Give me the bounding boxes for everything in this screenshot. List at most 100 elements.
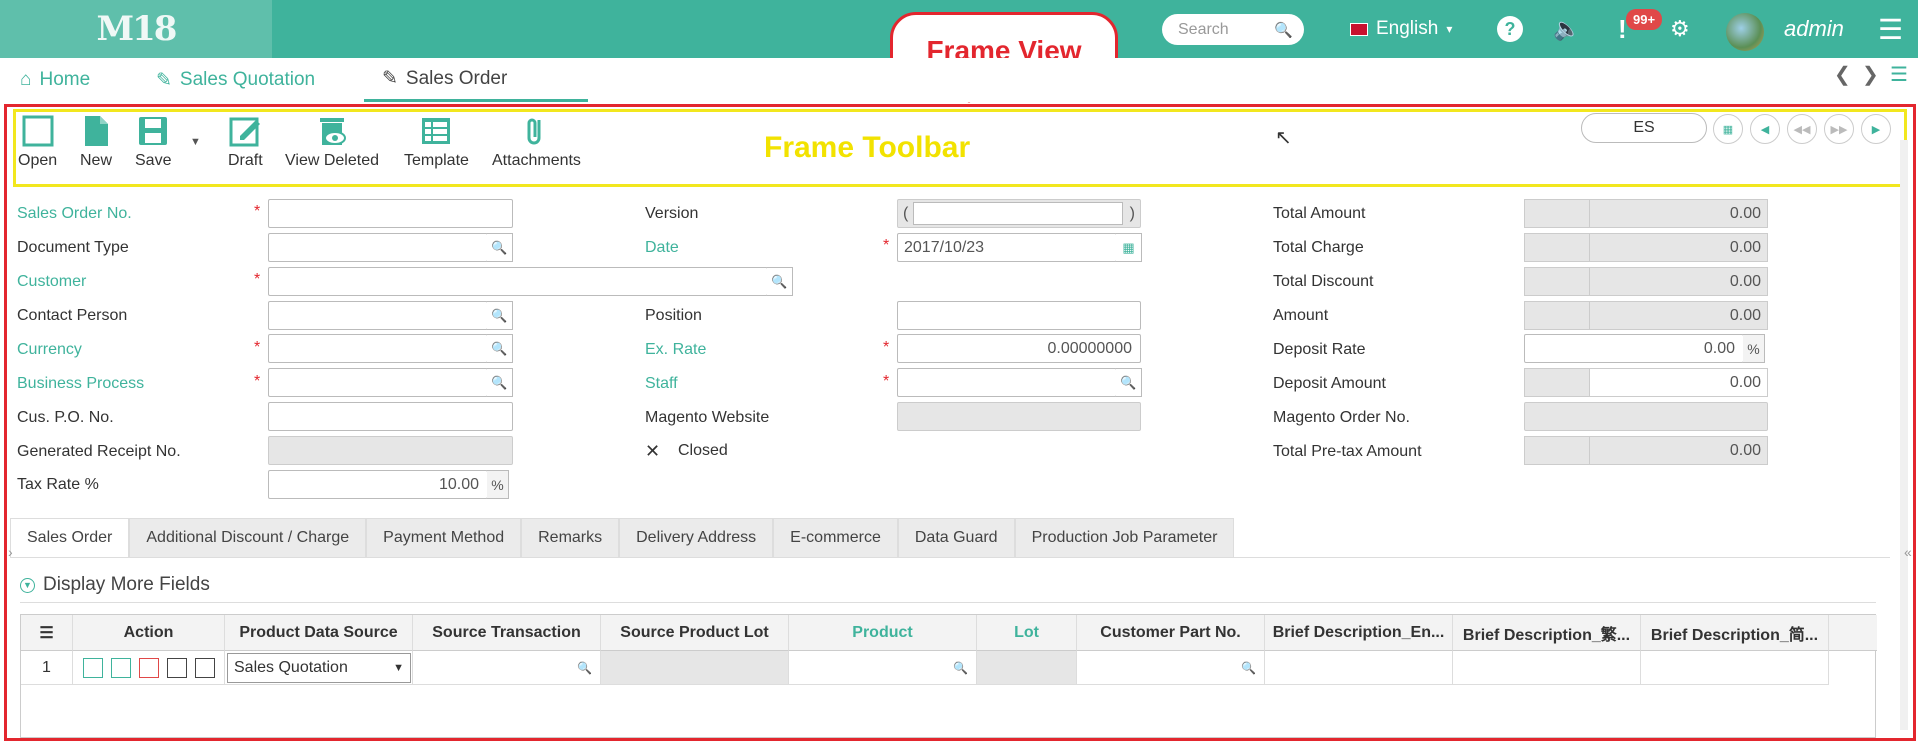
draft-button[interactable]: Draft <box>228 114 263 170</box>
required-marker: * <box>254 271 261 288</box>
version-input[interactable] <box>913 202 1123 225</box>
template-button[interactable]: Template <box>404 114 469 170</box>
last-record-icon[interactable]: ▶ <box>1861 114 1891 144</box>
copy-row-icon[interactable] <box>167 657 187 678</box>
insert-row-icon[interactable] <box>83 657 103 678</box>
attachments-label: Attachments <box>492 152 581 169</box>
staff-input[interactable] <box>897 368 1117 397</box>
header-product-data-source[interactable]: Product Data Source <box>225 615 413 651</box>
tab-home[interactable]: ⌂ Home <box>14 58 96 102</box>
stock-lookup-icon[interactable] <box>195 657 215 678</box>
settings-icon[interactable]: ⚙ <box>1670 0 1690 58</box>
generated-receipt-no-label: Generated Receipt No. <box>17 443 181 460</box>
business-process-input[interactable] <box>268 368 488 397</box>
app-logo[interactable]: M18 <box>0 0 272 58</box>
tab-sales-order[interactable]: ✎ Sales Order <box>364 58 588 102</box>
speaker-icon[interactable]: 🔈 <box>1553 0 1580 58</box>
contact-person-label: Contact Person <box>17 307 128 324</box>
currency-input[interactable] <box>268 334 488 363</box>
header-customer-part-no[interactable]: Customer Part No. <box>1077 615 1265 651</box>
open-button[interactable]: Open <box>18 114 57 170</box>
chevron-right-icon[interactable]: ❯ <box>1862 62 1879 87</box>
view-deleted-button[interactable]: View Deleted <box>285 114 379 170</box>
tax-rate-input[interactable]: 10.00 <box>268 470 488 499</box>
search-icon[interactable]: 🔍 <box>953 661 968 675</box>
sales-order-no-input[interactable] <box>268 199 513 228</box>
language-code-field[interactable]: ES <box>1581 113 1707 143</box>
ex-rate-input[interactable]: 0.00000000 <box>897 334 1141 363</box>
search-icon[interactable]: 🔍 <box>1274 21 1293 39</box>
help-icon[interactable]: ? <box>1497 16 1523 42</box>
search-icon[interactable]: 🔍 <box>1116 368 1142 397</box>
brief-description-sc-cell[interactable] <box>1641 651 1829 685</box>
search-icon[interactable]: 🔍 <box>487 233 513 262</box>
tab-additional-discount-charge[interactable]: Additional Discount / Charge <box>129 518 367 557</box>
tab-delivery-address[interactable]: Delivery Address <box>619 518 774 557</box>
customer-input[interactable] <box>268 267 768 296</box>
username[interactable]: admin <box>1784 0 1844 58</box>
search-icon[interactable]: 🔍 <box>487 301 513 330</box>
position-input[interactable] <box>897 301 1141 330</box>
expand-right-icon[interactable]: « <box>1904 544 1912 560</box>
tab-remarks[interactable]: Remarks <box>521 518 620 557</box>
language-selector[interactable]: English ▾ <box>1350 0 1452 58</box>
search-icon[interactable]: 🔍 <box>577 661 592 675</box>
closed-checkbox[interactable]: ✕ <box>645 441 660 462</box>
add-row-icon[interactable] <box>111 657 131 678</box>
header-brief-description-en[interactable]: Brief Description_En... <box>1265 615 1453 651</box>
vertical-scrollbar[interactable] <box>1900 140 1908 730</box>
deposit-amount-value[interactable]: 0.00 <box>1590 368 1768 397</box>
global-search[interactable]: 🔍 <box>1162 14 1304 45</box>
delete-row-icon[interactable] <box>139 657 159 678</box>
first-record-icon[interactable]: ◀ <box>1750 114 1780 144</box>
date-input[interactable]: 2017/10/23 <box>897 233 1117 262</box>
chevron-left-icon[interactable]: ❮ <box>1834 62 1851 87</box>
menu-icon[interactable]: ☰ <box>1878 0 1903 58</box>
tab-sales-order-detail[interactable]: Sales Order <box>10 518 130 557</box>
layout-icon[interactable]: ▦ <box>1713 114 1743 144</box>
header-brief-description-tc[interactable]: Brief Description_繁... <box>1453 615 1641 651</box>
product-data-source-cell[interactable]: Sales Quotation ▼ <box>225 651 413 685</box>
calendar-icon[interactable]: ▦ <box>1116 233 1142 262</box>
tab-sales-quotation[interactable]: ✎ Sales Quotation <box>150 58 321 102</box>
tab-payment-method[interactable]: Payment Method <box>366 518 522 557</box>
layers-icon[interactable]: ☰ <box>1890 62 1908 87</box>
avatar[interactable] <box>1726 13 1764 51</box>
header-brief-description-sc[interactable]: Brief Description_简... <box>1641 615 1829 651</box>
tab-data-guard[interactable]: Data Guard <box>897 518 1015 557</box>
new-label: New <box>79 152 112 169</box>
next-record-icon[interactable]: ▶▶ <box>1824 114 1854 144</box>
search-icon[interactable]: 🔍 <box>767 267 793 296</box>
attachments-button[interactable]: Attachments <box>492 114 581 170</box>
header-source-product-lot[interactable]: Source Product Lot <box>601 615 789 651</box>
cus-po-no-input[interactable] <box>268 402 513 431</box>
header-source-transaction[interactable]: Source Transaction <box>413 615 601 651</box>
new-button[interactable]: New <box>79 114 113 170</box>
total-discount-field: 0.00 <box>1524 267 1768 296</box>
save-button[interactable]: Save <box>135 114 171 170</box>
display-more-fields-toggle[interactable]: ▼ Display More Fields <box>20 574 210 596</box>
source-transaction-cell[interactable]: 🔍 <box>413 651 601 685</box>
notification-icon[interactable]: ! <box>1618 0 1627 58</box>
expand-left-icon[interactable]: › <box>8 544 13 560</box>
product-data-source-select[interactable]: Sales Quotation ▼ <box>227 652 411 683</box>
contact-person-input[interactable] <box>268 301 488 330</box>
previous-record-icon[interactable]: ◀◀ <box>1787 114 1817 144</box>
deposit-rate-input[interactable]: 0.00 <box>1524 334 1744 363</box>
document-type-input[interactable] <box>268 233 488 262</box>
column-menu-icon[interactable]: ☰ <box>21 615 73 651</box>
customer-part-no-cell[interactable]: 🔍 <box>1077 651 1265 685</box>
header-lot[interactable]: Lot <box>977 615 1077 651</box>
tab-production-job-parameter[interactable]: Production Job Parameter <box>1014 518 1235 557</box>
tab-e-commerce[interactable]: E-commerce <box>773 518 898 557</box>
product-cell[interactable]: 🔍 <box>789 651 977 685</box>
brief-description-tc-cell[interactable] <box>1453 651 1641 685</box>
search-icon[interactable]: 🔍 <box>487 368 513 397</box>
header-product[interactable]: Product <box>789 615 977 651</box>
search-input[interactable] <box>1178 20 1274 39</box>
brief-description-en-cell[interactable] <box>1265 651 1453 685</box>
deposit-amount-field[interactable]: 0.00 <box>1524 368 1768 397</box>
search-icon[interactable]: 🔍 <box>487 334 513 363</box>
save-dropdown-icon[interactable]: ▼ <box>190 136 201 148</box>
search-icon[interactable]: 🔍 <box>1241 661 1256 675</box>
